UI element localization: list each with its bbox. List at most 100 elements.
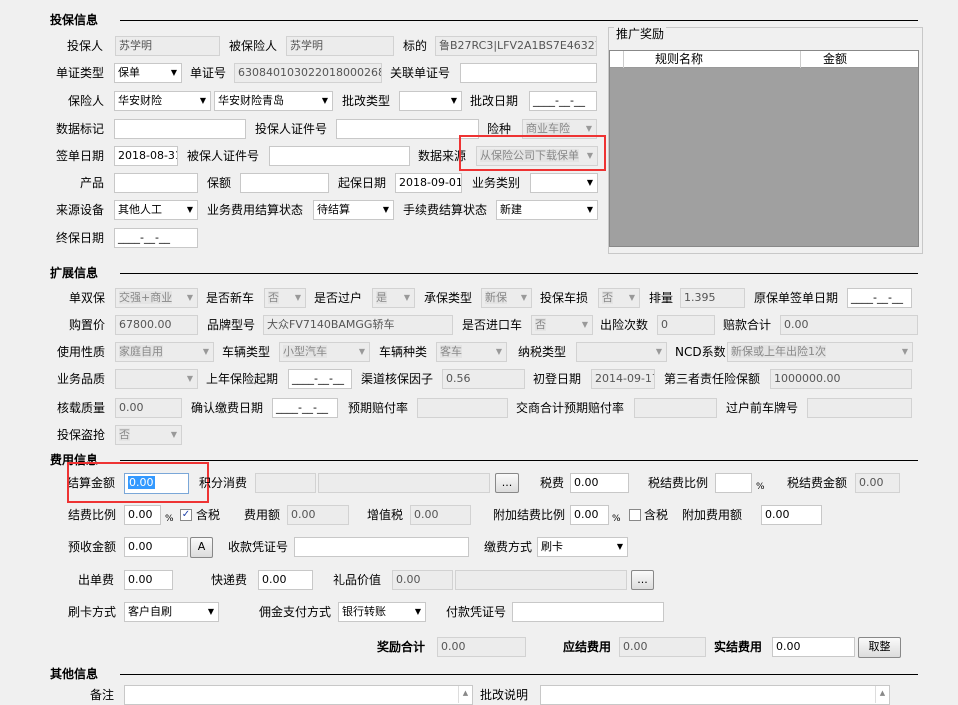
insured-label-label: 被保险人	[229, 39, 278, 53]
vehicle-kind-dropdown: 客车 ▼	[436, 342, 507, 362]
courier-fee-field[interactable]: 0.00	[258, 570, 313, 590]
endorse-type-dropdown[interactable]: ▼	[399, 91, 462, 111]
commission-status-label-label: 手续费结算状态	[403, 203, 488, 217]
issue-fee-label-label: 出单费	[78, 573, 115, 587]
commission-status-dropdown[interactable]: 新建 ▼	[496, 200, 598, 220]
amount-field[interactable]	[240, 173, 329, 193]
scrollbar-up-icon[interactable]: ▲	[875, 686, 889, 703]
chevron-down-icon[interactable]: ▼	[629, 289, 635, 306]
remark-field[interactable]	[124, 685, 473, 705]
scrollbar-up-icon[interactable]: ▲	[458, 686, 472, 703]
insurer-branch-dropdown[interactable]: 华安财险青岛 ▼	[214, 91, 333, 111]
quality-label-label: 业务品质	[57, 372, 106, 386]
tax-ratio-field[interactable]	[715, 473, 752, 493]
promo-title: 推广奖励	[614, 24, 667, 44]
chevron-down-icon[interactable]: ▼	[617, 538, 623, 555]
card-mode-label-label: 刷卡方式	[68, 605, 117, 619]
actual-label-label: 实结费用	[714, 640, 763, 654]
first-reg-label-label: 初登日期	[533, 372, 582, 386]
chevron-down-icon[interactable]: ▼	[208, 603, 214, 620]
claims-count-field: 0	[657, 315, 715, 335]
chevron-down-icon[interactable]: ▼	[187, 289, 193, 306]
prepaid-a-button[interactable]: A	[190, 537, 213, 558]
chevron-down-icon[interactable]: ▼	[582, 316, 588, 333]
chevron-down-icon[interactable]: ▼	[203, 343, 209, 360]
actual-field[interactable]: 0.00	[772, 637, 855, 657]
chevron-down-icon[interactable]: ▼	[496, 343, 502, 360]
commission-status-value: 新建	[500, 203, 522, 216]
extra-incl-tax-checkbox[interactable]	[629, 509, 641, 521]
insured-field: 苏学明	[286, 36, 394, 56]
insured-id-field[interactable]	[269, 146, 410, 166]
theft-label-label: 投保盗抢	[57, 428, 106, 442]
linked-doc-field[interactable]	[460, 63, 597, 83]
points-more-button[interactable]: ...	[495, 473, 519, 493]
expected-ratio-field	[417, 398, 508, 418]
extra-ratio-field[interactable]: 0.00	[570, 505, 609, 525]
biz-category-dropdown[interactable]: ▼	[530, 173, 598, 193]
subject-label-label: 标的	[403, 39, 428, 53]
doc-type-dropdown[interactable]: 保单 ▼	[114, 63, 182, 83]
endorse-note-field[interactable]	[540, 685, 890, 705]
commission-pay-dropdown[interactable]: 银行转账 ▼	[338, 602, 426, 622]
data-flag-label-label: 数据标记	[56, 122, 105, 136]
chevron-down-icon[interactable]: ▼	[521, 289, 527, 306]
gift-more-button[interactable]: ...	[631, 570, 654, 590]
chevron-down-icon[interactable]: ▼	[171, 426, 177, 443]
card-mode-dropdown[interactable]: 客户自刷 ▼	[124, 602, 219, 622]
product-label-label: 产品	[80, 176, 105, 190]
chevron-down-icon[interactable]: ▼	[200, 92, 206, 109]
pay-confirm-field[interactable]: ____-__-__	[272, 398, 338, 418]
sign-date-field[interactable]: 2018-08-31	[114, 146, 178, 166]
pay-method-dropdown[interactable]: 刷卡 ▼	[537, 537, 628, 557]
commission-pay-label-label: 佣金支付方式	[259, 605, 332, 619]
chevron-down-icon[interactable]: ▼	[322, 92, 328, 109]
applicant-id-label-label: 投保人证件号	[255, 122, 328, 136]
fee-incl-tax-checkbox[interactable]: ✓	[180, 509, 192, 521]
product-field[interactable]	[114, 173, 198, 193]
fee-status-dropdown[interactable]: 待结算 ▼	[313, 200, 394, 220]
end-date-field[interactable]: ____-__-__	[114, 228, 198, 248]
start-date-field[interactable]: 2018-09-01	[395, 173, 462, 193]
data-flag-field[interactable]	[114, 119, 246, 139]
chevron-down-icon[interactable]: ▼	[404, 289, 410, 306]
chevron-down-icon[interactable]: ▼	[415, 603, 421, 620]
chevron-down-icon[interactable]: ▼	[656, 343, 662, 360]
extra-amount-field[interactable]: 0.00	[761, 505, 822, 525]
prepaid-field[interactable]: 0.00	[124, 537, 188, 557]
applicant-id-field[interactable]	[336, 119, 479, 139]
remark-label-label: 备注	[90, 688, 115, 702]
insurer-dropdown[interactable]: 华安财险 ▼	[114, 91, 211, 111]
expected-ratio-label-label: 预期赔付率	[348, 401, 409, 415]
start-date-label-label: 起保日期	[338, 176, 387, 190]
tax-field[interactable]: 0.00	[570, 473, 629, 493]
orig-sign-date-label-label: 原保单签单日期	[754, 291, 839, 305]
chevron-down-icon[interactable]: ▼	[902, 343, 908, 360]
receipt-no-field[interactable]	[294, 537, 469, 557]
pay-method-label-label: 缴费方式	[484, 540, 533, 554]
endorse-date-field[interactable]: ____-__-__	[529, 91, 597, 111]
source-device-dropdown[interactable]: 其他人工 ▼	[114, 200, 198, 220]
payment-no-field[interactable]	[512, 602, 664, 622]
underwrite-type-dropdown: 新保 ▼	[481, 288, 532, 308]
chevron-down-icon[interactable]: ▼	[187, 201, 193, 218]
issue-fee-field[interactable]: 0.00	[124, 570, 173, 590]
chevron-down-icon[interactable]: ▼	[187, 370, 193, 387]
chevron-down-icon[interactable]: ▼	[587, 201, 593, 218]
chevron-down-icon[interactable]: ▼	[451, 92, 457, 109]
promo-table[interactable]: 规则名称 金额	[609, 50, 919, 247]
chevron-down-icon[interactable]: ▼	[171, 64, 177, 81]
chevron-down-icon[interactable]: ▼	[295, 289, 301, 306]
last-start-field[interactable]: ____-__-__	[288, 369, 352, 389]
fee-ratio-field[interactable]: 0.00	[124, 505, 161, 525]
source-device-label-label: 来源设备	[56, 203, 105, 217]
chevron-down-icon[interactable]: ▼	[587, 174, 593, 191]
round-button[interactable]: 取整	[858, 637, 901, 658]
endorse-type-label-label: 批改类型	[342, 94, 391, 108]
transfer-label-label: 是否过户	[314, 291, 363, 305]
orig-sign-date-field[interactable]: ____-__-__	[847, 288, 912, 308]
chevron-down-icon[interactable]: ▼	[383, 201, 389, 218]
column-header-amount[interactable]: 金额	[801, 51, 918, 68]
chevron-down-icon[interactable]: ▼	[359, 343, 365, 360]
column-header-rule-name[interactable]: 规则名称	[624, 51, 801, 68]
